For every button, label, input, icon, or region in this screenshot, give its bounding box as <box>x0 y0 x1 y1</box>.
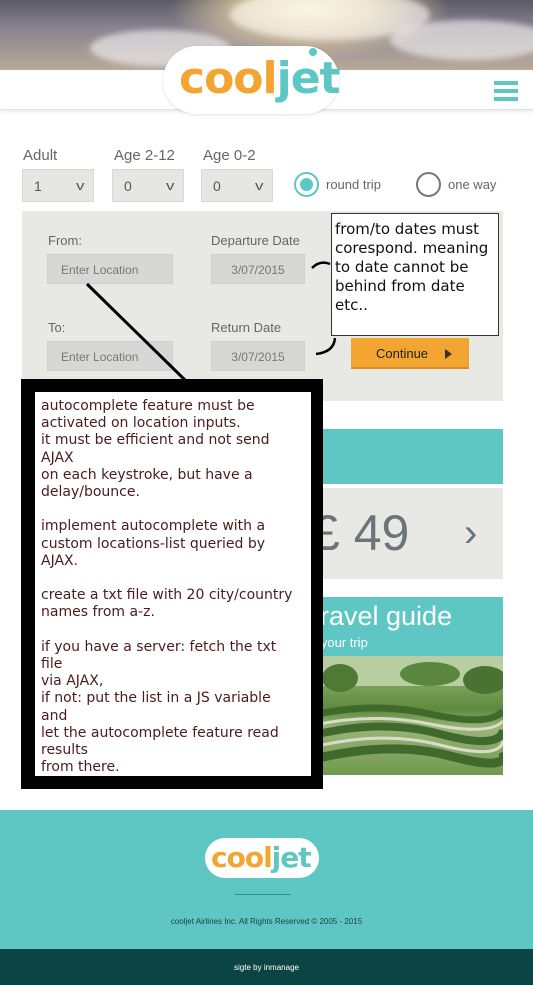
one-way-label: one way <box>448 177 497 192</box>
dates-requirement-note: from/to dates must corespond. meaning to… <box>331 213 499 336</box>
travel-guide-title: ravel guide <box>320 601 453 631</box>
deal-price: £ 49 <box>312 505 410 561</box>
child-count-select[interactable]: 0 v <box>112 169 184 202</box>
child-age-label: Age 2-12 <box>114 147 175 164</box>
garden-image <box>310 656 503 775</box>
from-label: From: <box>48 233 82 248</box>
chevron-down-icon: v <box>165 178 174 193</box>
round-trip-label: round trip <box>326 177 381 192</box>
arrow-right-icon <box>445 349 452 359</box>
footer <box>0 810 533 949</box>
to-label: To: <box>48 320 66 335</box>
adult-count-select[interactable]: 1 v <box>22 169 94 202</box>
next-deal-arrow-icon[interactable]: › <box>464 511 477 556</box>
chevron-down-icon: v <box>254 178 263 193</box>
return-date-input[interactable]: 3/07/2015 <box>211 341 305 371</box>
autocomplete-requirement-note: autocomplete feature must be activated o… <box>35 392 311 776</box>
one-way-radio[interactable] <box>416 172 441 197</box>
continue-button[interactable]: Continue <box>351 338 469 369</box>
site-credit-link[interactable]: sigte by inmanage <box>0 963 533 972</box>
logo-star-icon <box>309 48 317 56</box>
garden-hedges-illustration <box>310 656 503 768</box>
infant-age-label: Age 0-2 <box>203 147 256 164</box>
hamburger-menu-icon[interactable] <box>494 81 518 101</box>
departure-date-input[interactable]: 3/07/2015 <box>211 254 305 284</box>
adult-label: Adult <box>23 147 58 164</box>
round-trip-radio[interactable] <box>294 172 319 197</box>
from-location-input[interactable]: Enter Location <box>47 254 173 284</box>
footer-divider <box>235 894 291 895</box>
return-date-label: Return Date <box>211 320 282 335</box>
to-location-input[interactable]: Enter Location <box>47 341 173 371</box>
infant-count-select[interactable]: 0 v <box>201 169 273 202</box>
departure-date-label: Departure Date <box>211 233 300 248</box>
chevron-down-icon: v <box>75 178 84 193</box>
footer-cooljet-logo[interactable]: cooljet <box>205 834 319 878</box>
deal-banner <box>310 429 503 484</box>
footer-copyright: cooljet Airlines Inc. All Rights Reserve… <box>170 917 363 926</box>
cooljet-logo[interactable]: cooljet <box>163 46 341 114</box>
